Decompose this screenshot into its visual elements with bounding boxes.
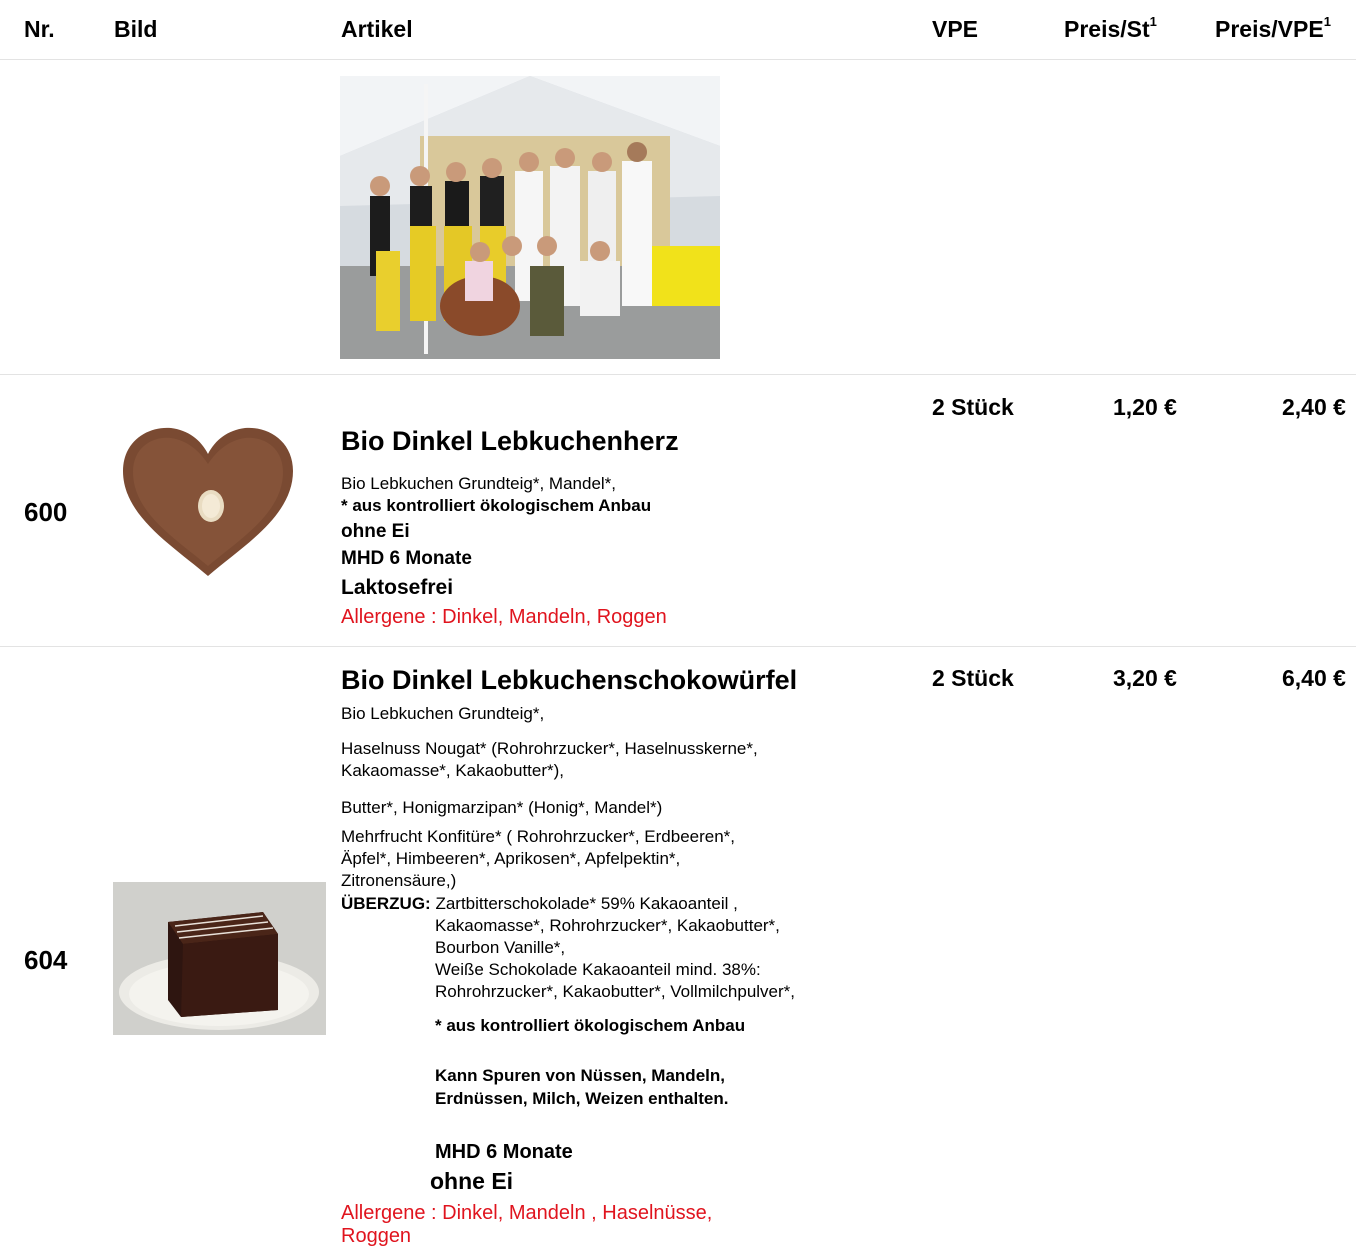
choco-cube-illustration [113,882,326,1035]
ingredients-line: Rohrohrzucker*, Kakaobutter*, Vollmilchp… [435,982,796,1001]
footnote-mark: 1 [1323,14,1331,29]
team-photo-illustration [340,76,720,359]
shelf-life-note: MHD 6 Monate [435,1141,573,1163]
traces-note: Erdnüssen, Milch, Weizen enthalten. [435,1089,729,1108]
item-number: 600 [24,497,68,527]
ingredients-part: Rohrohrzucker*, Haselnusskerne*, [496,739,758,758]
traces-note: Kann Spuren von Nüssen, Mandeln, [435,1066,725,1085]
ingredients-line: ÜBERZUG: Zartbitterschokolade* 59% Kakao… [341,893,738,914]
preis-st-label: Preis/St [1064,16,1150,42]
team-photo [340,76,720,359]
row-divider [0,374,1356,375]
ingredients-line: Weiße Schokolade Kakaoanteil mind. 38%: [435,960,761,979]
col-header-nr: Nr. [24,16,55,42]
heart-cookie-illustration [113,416,303,581]
allergen-note: Allergene : Dinkel, Mandeln, Roggen [341,606,667,628]
row-divider [0,646,1356,647]
coating-label: ÜBERZUG: [341,894,431,913]
ingredients-line: Bourbon Vanille*, [435,938,566,957]
ingredients-part: Haselnuss Nougat* ( [341,739,497,758]
shelf-life-note: MHD 6 Monate [341,548,472,569]
item-number: 604 [24,945,68,975]
price-per-piece: 1,20 € [1113,394,1177,420]
no-egg-note: ohne Ei [341,521,410,542]
col-header-artikel: Artikel [341,16,413,42]
organic-note: * aus kontrolliert ökologischem Anbau [341,496,652,515]
ingredients-line: Kakaomasse*, Rohrohrzucker*, Kakaobutter… [435,916,780,935]
organic-note: * aus kontrolliert ökologischem Anbau [435,1016,746,1035]
col-header-bild: Bild [114,16,158,42]
product-image-lebkuchenschokowuerfel [113,882,326,1035]
no-egg-note: ohne Ei [430,1168,514,1194]
price-per-vpe: 2,40 € [1282,394,1346,420]
col-header-preis-st: Preis/St1 [1064,14,1157,43]
col-header-vpe: VPE [932,16,979,42]
ingredients-line: Bio Lebkuchen Grundteig*, [341,704,545,723]
ingredients-line: Zitronensäure,) [341,871,457,890]
price-per-vpe: 6,40 € [1282,665,1346,691]
header-divider [0,59,1356,60]
ingredients-line: Haselnuss Nougat* (Rohrohrzucker*, Hasel… [341,738,758,759]
allergen-note: Roggen [341,1225,412,1247]
ingredients-line: Mehrfrucht Konfitüre* ( Rohrohrzucker*, … [341,827,736,846]
ingredients-line: Butter*, Honigmarzipan* (Honig*, Mandel*… [341,797,662,818]
col-header-preis-vpe: Preis/VPE1 [1215,14,1331,43]
vpe-value: 2 Stück [932,665,1014,691]
product-image-lebkuchenherz [113,416,303,581]
vpe-value: 2 Stück [932,394,1014,420]
ingredients-line: Kakaomasse*, Kakaobutter*), [341,761,565,780]
ingredients-part: Butter*, Honigmarzipan* ( [341,798,534,817]
preis-vpe-label: Preis/VPE [1215,16,1324,42]
product-title: Bio Dinkel Lebkuchenherz [341,426,679,456]
product-title: Bio Dinkel Lebkuchenschokowürfel [341,665,798,695]
price-per-piece: 3,20 € [1113,665,1177,691]
ingredients-line: Äpfel*, Himbeeren*, Aprikosen*, Apfelpek… [341,849,681,868]
ingredients-part: Zartbitterschokolade* 59% Kakaoanteil , [435,894,738,913]
allergen-note: Allergene : Dinkel, Mandeln , Haselnüsse… [341,1202,713,1224]
ingredients-line: Bio Lebkuchen Grundteig*, Mandel*, [341,474,617,493]
footnote-mark: 1 [1149,14,1157,29]
lactose-free-note: Laktosefrei [341,576,454,599]
ingredients-part: Honig*, Mandel*) [533,798,663,817]
